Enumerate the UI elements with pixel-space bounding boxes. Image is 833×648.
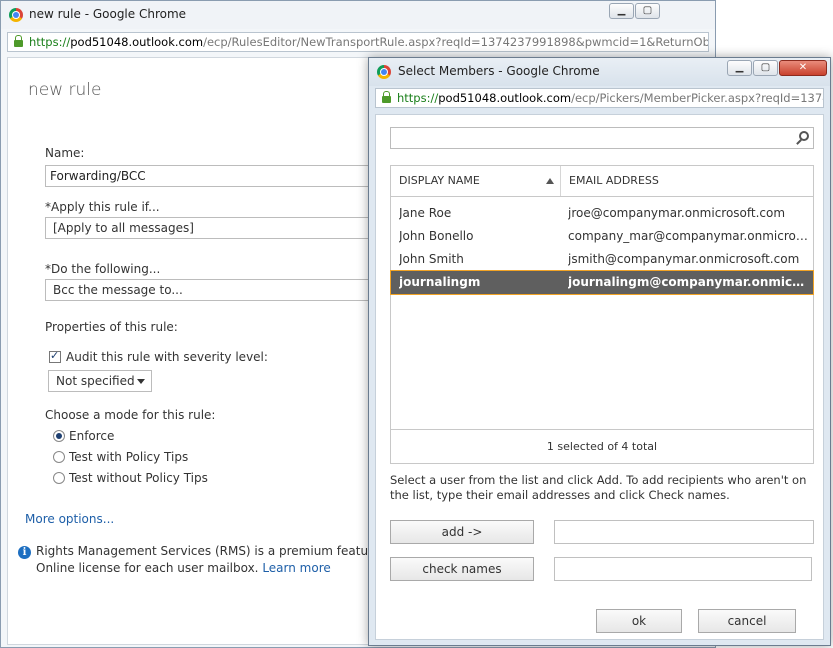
check-names-button[interactable]: check names <box>390 557 534 581</box>
audit-label: Audit this rule with severity level: <box>66 350 268 364</box>
more-options-link[interactable]: More options... <box>25 512 114 526</box>
info-icon: i <box>18 546 31 559</box>
do-following-label: *Do the following... <box>45 262 161 276</box>
sort-ascending-icon <box>546 178 554 184</box>
add-button[interactable]: add -> <box>390 520 534 544</box>
member-picker-page: DISPLAY NAME EMAIL ADDRESS Jane Roe jroe… <box>375 114 824 640</box>
minimize-button[interactable]: ▁ <box>727 60 752 76</box>
rms-text-line-2: Online license for each user mailbox. Le… <box>36 561 331 575</box>
row-email: jroe@companymar.onmicrosoft.com <box>568 206 786 220</box>
row-display-name: John Bonello <box>399 229 474 243</box>
restore-button[interactable]: ▢ <box>635 3 660 19</box>
lock-icon <box>382 91 391 103</box>
window-title: new rule - Google Chrome <box>29 7 187 21</box>
table-row[interactable]: Jane Roe jroe@companymar.onmicrosoft.com <box>391 202 813 225</box>
rms-text-line-1: Rights Management Services (RMS) is a pr… <box>36 544 425 558</box>
minimize-button[interactable]: ▁ <box>609 3 634 19</box>
cancel-button[interactable]: cancel <box>698 609 796 633</box>
search-input[interactable] <box>390 127 814 149</box>
mode-test-without-tips-label: Test without Policy Tips <box>69 471 208 485</box>
add-recipients-field[interactable] <box>554 520 814 544</box>
severity-select[interactable]: Not specified <box>48 370 152 392</box>
do-following-select[interactable]: Bcc the message to... <box>45 279 385 301</box>
members-table: DISPLAY NAME EMAIL ADDRESS Jane Roe jroe… <box>390 165 814 464</box>
audit-checkbox[interactable] <box>49 349 61 363</box>
row-display-name: John Smith <box>399 252 464 266</box>
titlebar: Select Members - Google Chrome ▁ ▢ ✕ <box>369 58 830 86</box>
name-label: Name: <box>45 146 85 160</box>
chevron-down-icon <box>137 379 145 384</box>
table-row[interactable]: John Bonello company_mar@companymar.onmi… <box>391 225 813 248</box>
url-path: /ecp/RulesEditor/NewTransportRule.aspx?r… <box>203 35 709 49</box>
mode-label: Choose a mode for this rule: <box>45 408 216 422</box>
url-path: /ecp/Pickers/MemberPicker.aspx?reqId=137… <box>571 91 824 105</box>
window-title: Select Members - Google Chrome <box>398 64 600 78</box>
apply-rule-select[interactable]: [Apply to all messages] <box>45 217 385 239</box>
page-title: new rule <box>28 80 102 100</box>
apply-rule-label: *Apply this rule if... <box>45 200 160 214</box>
close-button[interactable]: ✕ <box>779 60 827 76</box>
row-display-name: Jane Roe <box>399 206 452 220</box>
mode-enforce-label: Enforce <box>69 429 115 443</box>
rms-text-2: Online license for each user mailbox. <box>36 561 259 575</box>
url-scheme: https:// <box>397 91 439 105</box>
chrome-logo-icon <box>377 65 391 79</box>
column-display-name[interactable]: DISPLAY NAME <box>391 166 560 196</box>
name-input[interactable]: Forwarding/BCC <box>45 165 385 187</box>
chrome-logo-icon <box>9 8 23 22</box>
address-bar[interactable]: https://pod51048.outlook.com/ecp/RulesEd… <box>7 32 709 52</box>
search-icon[interactable] <box>799 131 809 141</box>
url-host: pod51048.outlook.com <box>70 35 204 49</box>
row-email: journalingm@companymar.onmicrosoft.com <box>568 275 808 289</box>
row-email: jsmith@companymar.onmicrosoft.com <box>568 252 800 266</box>
table-header: DISPLAY NAME EMAIL ADDRESS <box>391 166 813 197</box>
restore-button[interactable]: ▢ <box>753 60 778 76</box>
selection-status: 1 selected of 4 total <box>391 429 813 463</box>
check-names-field[interactable] <box>554 557 812 581</box>
radio-test-without-tips[interactable] <box>53 472 65 484</box>
learn-more-link[interactable]: Learn more <box>262 561 330 575</box>
url-host: pod51048.outlook.com <box>438 91 572 105</box>
table-row[interactable]: John Smith jsmith@companymar.onmicrosoft… <box>391 248 813 271</box>
column-display-name-label: DISPLAY NAME <box>399 174 480 187</box>
table-row-selected[interactable]: journalingm journalingm@companymar.onmic… <box>390 270 814 295</box>
address-bar[interactable]: https://pod51048.outlook.com/ecp/Pickers… <box>375 88 824 108</box>
titlebar: new rule - Google Chrome ▁ ▢ <box>1 1 715 29</box>
column-email-address[interactable]: EMAIL ADDRESS <box>560 166 813 196</box>
ok-button[interactable]: ok <box>596 609 682 633</box>
picker-help-text: Select a user from the list and click Ad… <box>390 473 807 502</box>
row-display-name: journalingm <box>399 275 481 289</box>
url-scheme: https:// <box>29 35 71 49</box>
row-email: company_mar@companymar.onmicrosoft.com <box>568 229 808 243</box>
mode-test-with-tips-label: Test with Policy Tips <box>69 450 189 464</box>
lock-icon <box>14 35 23 47</box>
properties-label: Properties of this rule: <box>45 320 178 334</box>
radio-test-with-tips[interactable] <box>53 451 65 463</box>
select-members-window: Select Members - Google Chrome ▁ ▢ ✕ htt… <box>368 57 831 646</box>
severity-value: Not specified <box>56 374 135 388</box>
radio-enforce[interactable] <box>53 430 65 442</box>
